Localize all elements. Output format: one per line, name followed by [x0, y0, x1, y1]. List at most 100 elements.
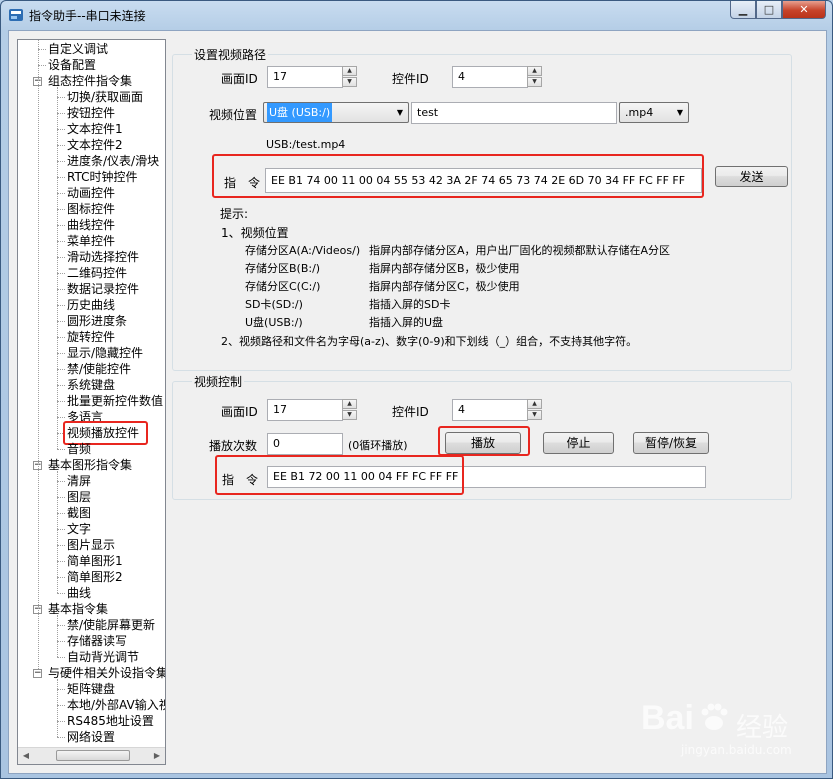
tree-node-label: 与硬件相关外设指令集: [48, 666, 165, 680]
tree-leaf-node[interactable]: 切换/获取画面: [67, 89, 143, 105]
tree-connector: [57, 561, 65, 562]
tree-leaf-node[interactable]: 批量更新控件数值: [67, 393, 163, 409]
tree-leaf-node[interactable]: 旋转控件: [67, 329, 115, 345]
ctrl-control-id-spinner[interactable]: ▲ ▼: [527, 399, 543, 421]
play-count-input[interactable]: 0: [267, 433, 343, 455]
screen-id-spinner[interactable]: ▲ ▼: [342, 66, 358, 88]
tree-leaf-node[interactable]: 文字: [67, 521, 91, 537]
command-tree[interactable]: 自定义调试 设备配置 组态控件指令集 − 切换/获取画面 按钮控件 文本控件1 文本控件2 进度…: [17, 39, 166, 765]
send-button[interactable]: 发送: [715, 166, 788, 187]
ctrl-control-id-input[interactable]: 4: [452, 399, 528, 421]
spin-up-icon[interactable]: ▲: [527, 66, 542, 76]
tree-connector: [57, 385, 65, 386]
tree-leaf-node[interactable]: 显示/隐藏控件: [67, 345, 143, 361]
full-path-text: USB:/test.mp4: [266, 138, 346, 151]
tree-leaf-node[interactable]: 文本控件2: [67, 137, 123, 153]
stop-button[interactable]: 停止: [543, 432, 614, 454]
tree-leaf-node[interactable]: 本地/外部AV输入视频: [67, 697, 165, 713]
tree-leaf-node[interactable]: 简单图形2: [67, 569, 123, 585]
tree-node-label: 组态控件指令集: [48, 74, 133, 88]
tree-leaf-node[interactable]: 进度条/仪表/滑块: [67, 153, 159, 169]
tree-connector: [57, 145, 65, 146]
tree-leaf-node[interactable]: 滑动选择控件: [67, 249, 139, 265]
tree-connector: [57, 615, 58, 657]
tree-leaf-node[interactable]: 曲线: [67, 585, 91, 601]
scroll-left-icon[interactable]: ◀: [20, 750, 32, 762]
spin-down-icon[interactable]: ▼: [527, 77, 542, 87]
tree-hscrollbar[interactable]: ◀ ▶: [18, 747, 165, 764]
video-location-value: U盘 (USB:/): [267, 103, 333, 122]
tree-leaf-node[interactable]: 网络设置: [67, 729, 115, 745]
tree-group-node[interactable]: 设备配置: [48, 57, 96, 73]
tree-connector: [57, 129, 65, 130]
tree-node-label: 圆形进度条: [67, 314, 128, 328]
tree-leaf-node[interactable]: 圆形进度条: [67, 313, 127, 329]
tree-leaf-node[interactable]: 数据记录控件: [67, 281, 139, 297]
scroll-right-icon[interactable]: ▶: [151, 750, 163, 762]
pause-resume-button[interactable]: 暂停/恢复: [633, 432, 709, 454]
tree-leaf-node[interactable]: 二维码控件: [67, 265, 127, 281]
tree-node-label: 按钮控件: [67, 106, 116, 120]
tree-group-node[interactable]: 与硬件相关外设指令集: [48, 665, 165, 681]
tree-leaf-node[interactable]: 动画控件: [67, 185, 115, 201]
tree-content: 自定义调试 设备配置 组态控件指令集 − 切换/获取画面 按钮控件 文本控件1 文本控件2 进度…: [18, 40, 165, 748]
file-ext-select[interactable]: .mp4 ▼: [619, 102, 689, 123]
tree-node-label: 历史曲线: [67, 298, 116, 312]
window-title: 指令助手--串口未连接: [29, 9, 146, 23]
tree-group-node[interactable]: 组态控件指令集: [48, 73, 132, 89]
tree-group-node[interactable]: 基本图形指令集: [48, 457, 132, 473]
tree-leaf-node[interactable]: 历史曲线: [67, 297, 115, 313]
tree-connector: [57, 289, 65, 290]
spin-up-icon[interactable]: ▲: [342, 399, 357, 409]
tree-node-label: 简单图形2: [67, 570, 123, 584]
tree-leaf-node[interactable]: 音频: [67, 441, 91, 457]
tree-leaf-node[interactable]: 自动背光调节: [67, 649, 139, 665]
tree-group-node[interactable]: 自定义调试: [48, 41, 108, 57]
tree-leaf-node[interactable]: 图片显示: [67, 537, 115, 553]
tree-leaf-node[interactable]: 截图: [67, 505, 91, 521]
tree-leaf-node[interactable]: 简单图形1: [67, 553, 123, 569]
tree-connector: [57, 657, 65, 658]
tree-node-label: 显示/隐藏控件: [67, 346, 144, 360]
control-id-spinner[interactable]: ▲ ▼: [527, 66, 543, 88]
tree-node-label: 禁/使能屏幕更新: [67, 618, 156, 632]
spin-down-icon[interactable]: ▼: [342, 77, 357, 87]
tree-leaf-node[interactable]: 清屏: [67, 473, 91, 489]
spin-down-icon[interactable]: ▼: [342, 410, 357, 420]
tree-node-label: 图标控件: [67, 202, 116, 216]
tree-node-label: 数据记录控件: [67, 282, 140, 296]
spin-down-icon[interactable]: ▼: [527, 410, 542, 420]
tree-leaf-node[interactable]: 文本控件1: [67, 121, 123, 137]
tree-leaf-node[interactable]: 按钮控件: [67, 105, 115, 121]
ctrl-screen-id-spinner[interactable]: ▲ ▼: [342, 399, 358, 421]
video-location-select[interactable]: U盘 (USB:/) ▼: [263, 102, 409, 123]
tree-leaf-node[interactable]: 禁/使能屏幕更新: [67, 617, 155, 633]
tree-leaf-node[interactable]: 图层: [67, 489, 91, 505]
spin-up-icon[interactable]: ▲: [342, 66, 357, 76]
scroll-thumb[interactable]: [56, 750, 130, 761]
close-button[interactable]: ✕: [782, 1, 826, 19]
tree-connector: [57, 305, 65, 306]
file-name-input[interactable]: test: [411, 102, 617, 124]
tree-leaf-node[interactable]: RS485地址设置: [67, 713, 154, 729]
tree-leaf-node[interactable]: 矩阵键盘: [67, 681, 115, 697]
spin-up-icon[interactable]: ▲: [527, 399, 542, 409]
maximize-button[interactable]: □: [756, 1, 782, 19]
tree-leaf-node[interactable]: RTC时钟控件: [67, 169, 137, 185]
tree-leaf-node[interactable]: 曲线控件: [67, 217, 115, 233]
tree-leaf-node[interactable]: 图标控件: [67, 201, 115, 217]
tree-node-label: 批量更新控件数值: [67, 394, 164, 408]
screen-id-input[interactable]: 17: [267, 66, 343, 88]
ctrl-screen-id-input[interactable]: 17: [267, 399, 343, 421]
expander-icon[interactable]: −: [33, 669, 42, 678]
tree-leaf-node[interactable]: 菜单控件: [67, 233, 115, 249]
control-id-input[interactable]: 4: [452, 66, 528, 88]
command-highlight: [212, 154, 704, 198]
tree-leaf-node[interactable]: 禁/使能控件: [67, 361, 131, 377]
tree-leaf-node[interactable]: 系统键盘: [67, 377, 115, 393]
tree-node-label: 菜单控件: [67, 234, 116, 248]
tree-leaf-node[interactable]: 存储器读写: [67, 633, 127, 649]
minimize-button[interactable]: ▁: [730, 1, 756, 19]
tree-connector: [57, 529, 65, 530]
tree-connector: [57, 679, 58, 737]
